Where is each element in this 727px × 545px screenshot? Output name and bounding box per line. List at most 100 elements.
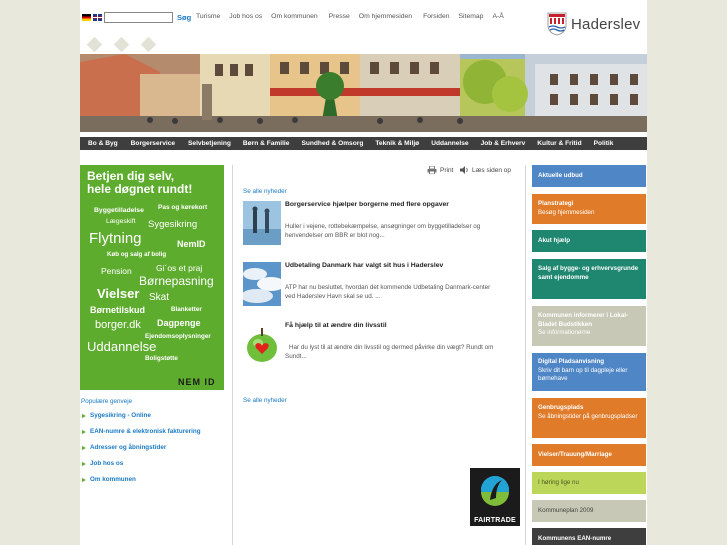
arrow-right-icon	[82, 477, 86, 482]
box-kommuneplan[interactable]: Kommuneplan 2009	[532, 500, 646, 522]
search-input[interactable]	[104, 12, 173, 23]
box-subtitle: Se informationerne	[538, 329, 591, 336]
see-all-news-link[interactable]: Se alle nyheder	[243, 397, 287, 404]
fairtrade-logo[interactable]: FAIRTRADE	[470, 468, 520, 526]
decor-diamond	[113, 36, 130, 53]
box-aktuelle-udbud[interactable]: Aktuelle udbud	[532, 165, 646, 187]
cloud-word[interactable]: Skat	[149, 292, 169, 303]
news-thumbnail[interactable]	[243, 322, 281, 366]
cloud-word[interactable]: Pas og kørekort	[158, 204, 207, 211]
print-label: Print	[440, 166, 454, 174]
see-all-news-link[interactable]: Se alle nyheder	[243, 188, 287, 195]
cloud-word[interactable]: Børnetilskud	[90, 305, 145, 315]
page: Søg Turisme Job hos os Om kommunen Press…	[80, 0, 647, 545]
logo-text: Haderslev	[571, 15, 641, 33]
column-divider	[232, 165, 233, 545]
box-vielser[interactable]: Vielser/Trauung/Marriage	[532, 444, 646, 466]
haderslev-logo[interactable]: Haderslev	[547, 12, 640, 36]
cloud-word[interactable]: Pension	[101, 266, 132, 276]
cloud-word[interactable]: NemID	[177, 239, 206, 249]
arrow-right-icon	[82, 461, 86, 466]
nav-teknik-miljoe[interactable]: Teknik & Miljø	[375, 140, 419, 147]
arrow-right-icon	[82, 429, 86, 434]
print-button[interactable]: Print	[427, 166, 453, 174]
box-planstrategi[interactable]: Planstrategi Besøg hjemmesiden	[532, 194, 646, 224]
popular-link[interactable]: Sygesikring - Online	[81, 412, 151, 419]
popular-link[interactable]: Job hos os	[81, 460, 123, 467]
search-button[interactable]: Søg	[177, 13, 191, 22]
top-link-a-z[interactable]: A-Å	[492, 13, 503, 20]
news-title[interactable]: Borgerservice hjælper borgerne med flere…	[285, 201, 513, 208]
decor-diamond	[86, 36, 103, 53]
box-salg-grunde[interactable]: Salg af bygge- og erhvervsgrunde samt ej…	[532, 259, 646, 299]
fairtrade-label: FAIRTRADE	[474, 517, 516, 524]
box-akut-hjaelp[interactable]: Akut hjælp	[532, 230, 646, 252]
speaker-icon	[460, 166, 468, 174]
nav-job-erhverv[interactable]: Job & Erhverv	[481, 140, 526, 147]
nav-sundhed-omsorg[interactable]: Sundhed & Omsorg	[301, 140, 363, 147]
top-link-presse[interactable]: Presse	[329, 13, 350, 20]
cloud-word[interactable]: Lægeskift	[106, 218, 135, 225]
language-selector	[82, 14, 102, 21]
box-ean-numre[interactable]: Kommunens EAN-numre	[532, 528, 646, 545]
fairtrade-mark-icon	[481, 476, 509, 506]
nav-bo-byg[interactable]: Bo & Byg	[88, 140, 118, 147]
popular-link[interactable]: Om kommunen	[81, 476, 136, 483]
cloud-word[interactable]: Blanketter	[171, 306, 202, 313]
english-flag-icon[interactable]	[93, 14, 102, 21]
cloud-word[interactable]: Boligstøtte	[145, 355, 178, 362]
popular-link-label: Job hos os	[90, 460, 124, 467]
cloud-word[interactable]: Køb og salg af bolig	[107, 251, 166, 258]
news-item: Få hjælp til at ændre din livsstil Har d…	[243, 322, 513, 372]
nav-uddannelse[interactable]: Uddannelse	[431, 140, 468, 147]
top-link-om-kommunen[interactable]: Om kommunen	[271, 13, 317, 20]
popular-link[interactable]: EAN-numre & elektronisk fakturering	[81, 428, 201, 435]
news-thumbnail[interactable]	[243, 201, 281, 245]
cloud-word[interactable]: Vielser	[97, 286, 139, 301]
german-flag-icon[interactable]	[82, 14, 91, 21]
box-subtitle: Kommuneplan 2009	[538, 507, 594, 514]
cloud-word[interactable]: Børnepasning	[139, 274, 214, 288]
top-link-sitemap[interactable]: Sitemap	[459, 13, 484, 20]
box-title: Akut hjælp	[538, 237, 570, 244]
news-thumbnail[interactable]	[243, 262, 281, 306]
box-subtitle: Se åbningstider på genbrugspladser	[538, 412, 638, 420]
news-excerpt-line: henvendelser om BBR er blot nog...	[285, 232, 385, 239]
selfservice-banner[interactable]: Betjen dig selv, hele døgnet rundt! Bygg…	[80, 165, 224, 390]
arrow-right-icon	[82, 413, 86, 418]
listen-button[interactable]: Læs siden op	[460, 166, 511, 174]
box-title: Kommunen informerer i Lokal-Bladet Budst…	[538, 312, 629, 328]
news-title[interactable]: Få hjælp til at ændre din livsstil	[285, 322, 513, 329]
nav-kultur-fritid[interactable]: Kultur & Fritid	[537, 140, 581, 147]
column-divider	[525, 165, 526, 545]
cloud-word[interactable]: Uddannelse	[87, 339, 156, 354]
cloud-word[interactable]: Byggetilladelse	[94, 207, 144, 214]
nav-selvbetjening[interactable]: Selvbetjening	[188, 140, 231, 147]
popular-link-label: Adresser og åbningstider	[90, 444, 167, 451]
cloud-word[interactable]: Sygesikring	[148, 219, 197, 230]
coat-of-arms-icon	[547, 12, 567, 36]
nav-politik[interactable]: Politik	[594, 140, 614, 147]
top-link-turisme[interactable]: Turisme	[196, 13, 220, 20]
nav-boern-familie[interactable]: Børn & Familie	[243, 140, 290, 147]
cloud-word[interactable]: Dagpenge	[157, 318, 201, 328]
top-link-om-hjemmesiden[interactable]: Om hjemmesiden	[359, 13, 412, 20]
cloud-word[interactable]: Gi´os et praj	[156, 263, 202, 273]
box-title: Digital Pladsanvisning	[538, 358, 605, 365]
box-lokalbladet[interactable]: Kommunen informerer i Lokal-Bladet Budst…	[532, 306, 646, 346]
popular-link[interactable]: Adresser og åbningstider	[81, 444, 166, 451]
top-link-forsiden[interactable]: Forsiden	[423, 13, 449, 20]
top-link-job[interactable]: Job hos os	[229, 13, 262, 20]
box-subtitle: I høring lige nu	[538, 479, 579, 486]
box-digital-pladsanvisning[interactable]: Digital Pladsanvisning Skriv dit barn op …	[532, 353, 646, 391]
box-genbrugsplads[interactable]: Genbrugsplads Se åbningstider på genbrugs…	[532, 398, 646, 438]
news-excerpt-line: Har du lyst til at ændre din livsstil og…	[289, 344, 494, 351]
selfservice-title-line1: Betjen dig selv,	[87, 169, 175, 183]
box-hoering[interactable]: I høring lige nu	[532, 472, 646, 494]
top-navigation: Turisme Job hos os Om kommunen Presse Om…	[196, 13, 513, 20]
news-title[interactable]: Udbetaling Danmark har valgt sit hus i H…	[285, 262, 513, 269]
banner-photo	[80, 54, 647, 132]
nav-borgerservice[interactable]: Borgerservice	[131, 140, 175, 147]
cloud-word[interactable]: borger.dk	[95, 319, 141, 331]
cloud-word[interactable]: Flytning	[89, 230, 142, 247]
